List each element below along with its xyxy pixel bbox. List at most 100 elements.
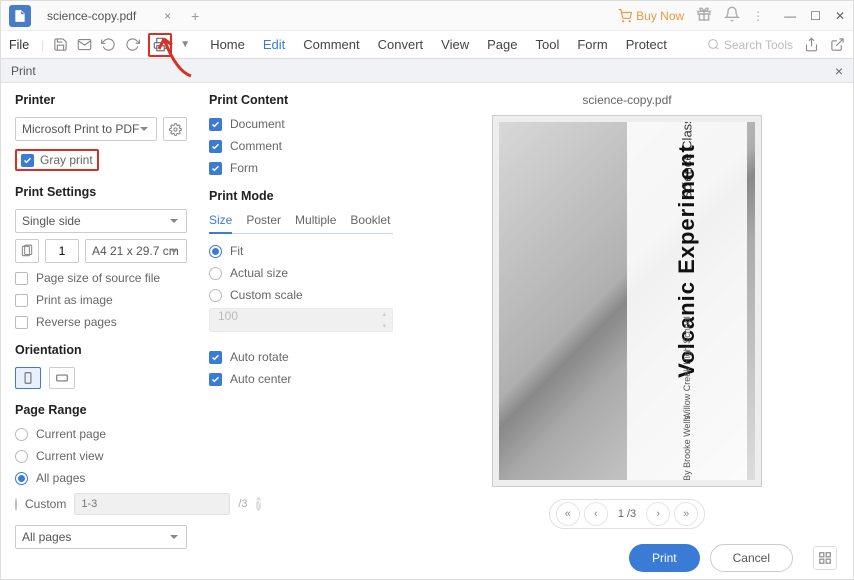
- mode-fit-radio[interactable]: [209, 245, 222, 258]
- mail-icon[interactable]: [76, 37, 92, 53]
- mode-tab-booklet[interactable]: Booklet: [350, 213, 390, 229]
- menu-comment[interactable]: Comment: [303, 37, 359, 52]
- pager-text: 1 /3: [612, 508, 642, 520]
- printer-section-title: Printer: [15, 93, 187, 107]
- range-current-page-radio[interactable]: [15, 428, 28, 441]
- buy-now-button[interactable]: Buy Now: [618, 9, 684, 23]
- range-current-page-label: Current page: [36, 427, 106, 441]
- range-all-pages-label: All pages: [36, 471, 85, 485]
- menu-form[interactable]: Form: [577, 37, 607, 52]
- range-custom-label: Custom: [25, 497, 66, 511]
- pager-last-icon[interactable]: »: [674, 502, 698, 526]
- save-icon[interactable]: [52, 37, 68, 53]
- print-image-label: Print as image: [36, 293, 113, 307]
- range-custom-radio[interactable]: [15, 498, 17, 511]
- menu-convert[interactable]: Convert: [378, 37, 424, 52]
- search-placeholder: Search Tools: [724, 38, 793, 52]
- menu-tool[interactable]: Tool: [536, 37, 560, 52]
- printer-settings-button[interactable]: [163, 117, 187, 141]
- print-button[interactable]: Print: [629, 544, 700, 572]
- grid-view-button[interactable]: [813, 546, 837, 570]
- gift-icon[interactable]: [696, 6, 712, 25]
- menu-protect[interactable]: Protect: [626, 37, 667, 52]
- kebab-icon[interactable]: ⋮: [752, 9, 764, 23]
- content-form-checkbox[interactable]: [209, 162, 222, 175]
- pager-first-icon[interactable]: «: [556, 502, 580, 526]
- buy-now-label: Buy Now: [636, 9, 684, 23]
- auto-rotate-checkbox[interactable]: [209, 351, 222, 364]
- range-section-title: Page Range: [15, 403, 187, 417]
- gray-print-highlight: Gray print: [15, 149, 99, 171]
- src-size-label: Page size of source file: [36, 271, 160, 285]
- content-form-label: Form: [230, 161, 258, 175]
- minimize-icon[interactable]: —: [784, 9, 796, 23]
- print-image-checkbox[interactable]: [15, 294, 28, 307]
- redo-icon[interactable]: [124, 37, 140, 53]
- tab-close-icon[interactable]: ×: [164, 9, 171, 23]
- gray-print-label: Gray print: [40, 153, 93, 167]
- paper-size-dropdown[interactable]: A4 21 x 29.7 cm: [85, 239, 187, 263]
- external-icon[interactable]: [829, 37, 845, 53]
- maximize-icon[interactable]: ☐: [810, 9, 821, 23]
- copies-icon: [15, 239, 39, 263]
- menu-view[interactable]: View: [441, 37, 469, 52]
- menu-page[interactable]: Page: [487, 37, 517, 52]
- print-dialog-title: Print: [11, 64, 36, 78]
- preview-pager: « ‹ 1 /3 › »: [549, 499, 705, 529]
- settings-section-title: Print Settings: [15, 185, 187, 199]
- content-section-title: Print Content: [209, 93, 393, 107]
- preview-subtitle1: Willow Creek High School: [682, 316, 692, 420]
- copies-input[interactable]: [45, 239, 79, 263]
- undo-icon[interactable]: [100, 37, 116, 53]
- gray-print-checkbox[interactable]: [21, 154, 34, 167]
- orientation-portrait-button[interactable]: [15, 367, 41, 389]
- mode-tab-poster[interactable]: Poster: [246, 213, 281, 229]
- mode-tab-multiple[interactable]: Multiple: [295, 213, 336, 229]
- mode-custom-radio[interactable]: [209, 289, 222, 302]
- print-icon[interactable]: [152, 37, 168, 53]
- toolbar-dropdown-icon[interactable]: ▼: [180, 39, 190, 50]
- tab-title[interactable]: science-copy.pdf: [39, 5, 144, 27]
- custom-scale-input[interactable]: 100: [209, 308, 393, 332]
- mode-actual-label: Actual size: [230, 266, 288, 280]
- close-icon[interactable]: ✕: [835, 9, 845, 23]
- mode-actual-radio[interactable]: [209, 267, 222, 280]
- tab-add-icon[interactable]: +: [191, 8, 199, 24]
- cancel-button[interactable]: Cancel: [710, 544, 793, 572]
- mode-tab-size[interactable]: Size: [209, 213, 232, 234]
- range-current-view-label: Current view: [36, 449, 103, 463]
- menu-edit[interactable]: Edit: [263, 37, 285, 52]
- reverse-checkbox[interactable]: [15, 316, 28, 329]
- pager-prev-icon[interactable]: ‹: [584, 502, 608, 526]
- print-icon-highlight: [148, 33, 172, 57]
- search-tools-input[interactable]: Search Tools: [707, 38, 793, 52]
- content-comment-label: Comment: [230, 139, 282, 153]
- orientation-section-title: Orientation: [15, 343, 187, 357]
- mode-fit-label: Fit: [230, 244, 243, 258]
- printer-dropdown[interactable]: Microsoft Print to PDF: [15, 117, 157, 141]
- src-size-checkbox[interactable]: [15, 272, 28, 285]
- auto-rotate-label: Auto rotate: [230, 350, 289, 364]
- share-icon[interactable]: [803, 37, 819, 53]
- app-icon: [9, 5, 31, 27]
- content-comment-checkbox[interactable]: [209, 140, 222, 153]
- file-menu[interactable]: File: [9, 38, 29, 52]
- pager-next-icon[interactable]: ›: [646, 502, 670, 526]
- orientation-landscape-button[interactable]: [49, 367, 75, 389]
- range-current-view-radio[interactable]: [15, 450, 28, 463]
- preview-page: Science Class Volcanic Experiment Willow…: [492, 115, 762, 487]
- print-dialog-close-icon[interactable]: ×: [835, 63, 843, 79]
- menu-home[interactable]: Home: [210, 37, 245, 52]
- auto-center-label: Auto center: [230, 372, 291, 386]
- preview-subtitle2: By Brooke Wells: [682, 415, 692, 480]
- auto-center-checkbox[interactable]: [209, 373, 222, 386]
- range-all-pages-radio[interactable]: [15, 472, 28, 485]
- mode-custom-label: Custom scale: [230, 288, 303, 302]
- mode-section-title: Print Mode: [209, 189, 393, 203]
- preview-filename: science-copy.pdf: [582, 93, 671, 107]
- side-dropdown[interactable]: Single side: [15, 209, 187, 233]
- notification-icon[interactable]: [724, 6, 740, 25]
- reverse-label: Reverse pages: [36, 315, 117, 329]
- content-document-checkbox[interactable]: [209, 118, 222, 131]
- content-document-label: Document: [230, 117, 285, 131]
